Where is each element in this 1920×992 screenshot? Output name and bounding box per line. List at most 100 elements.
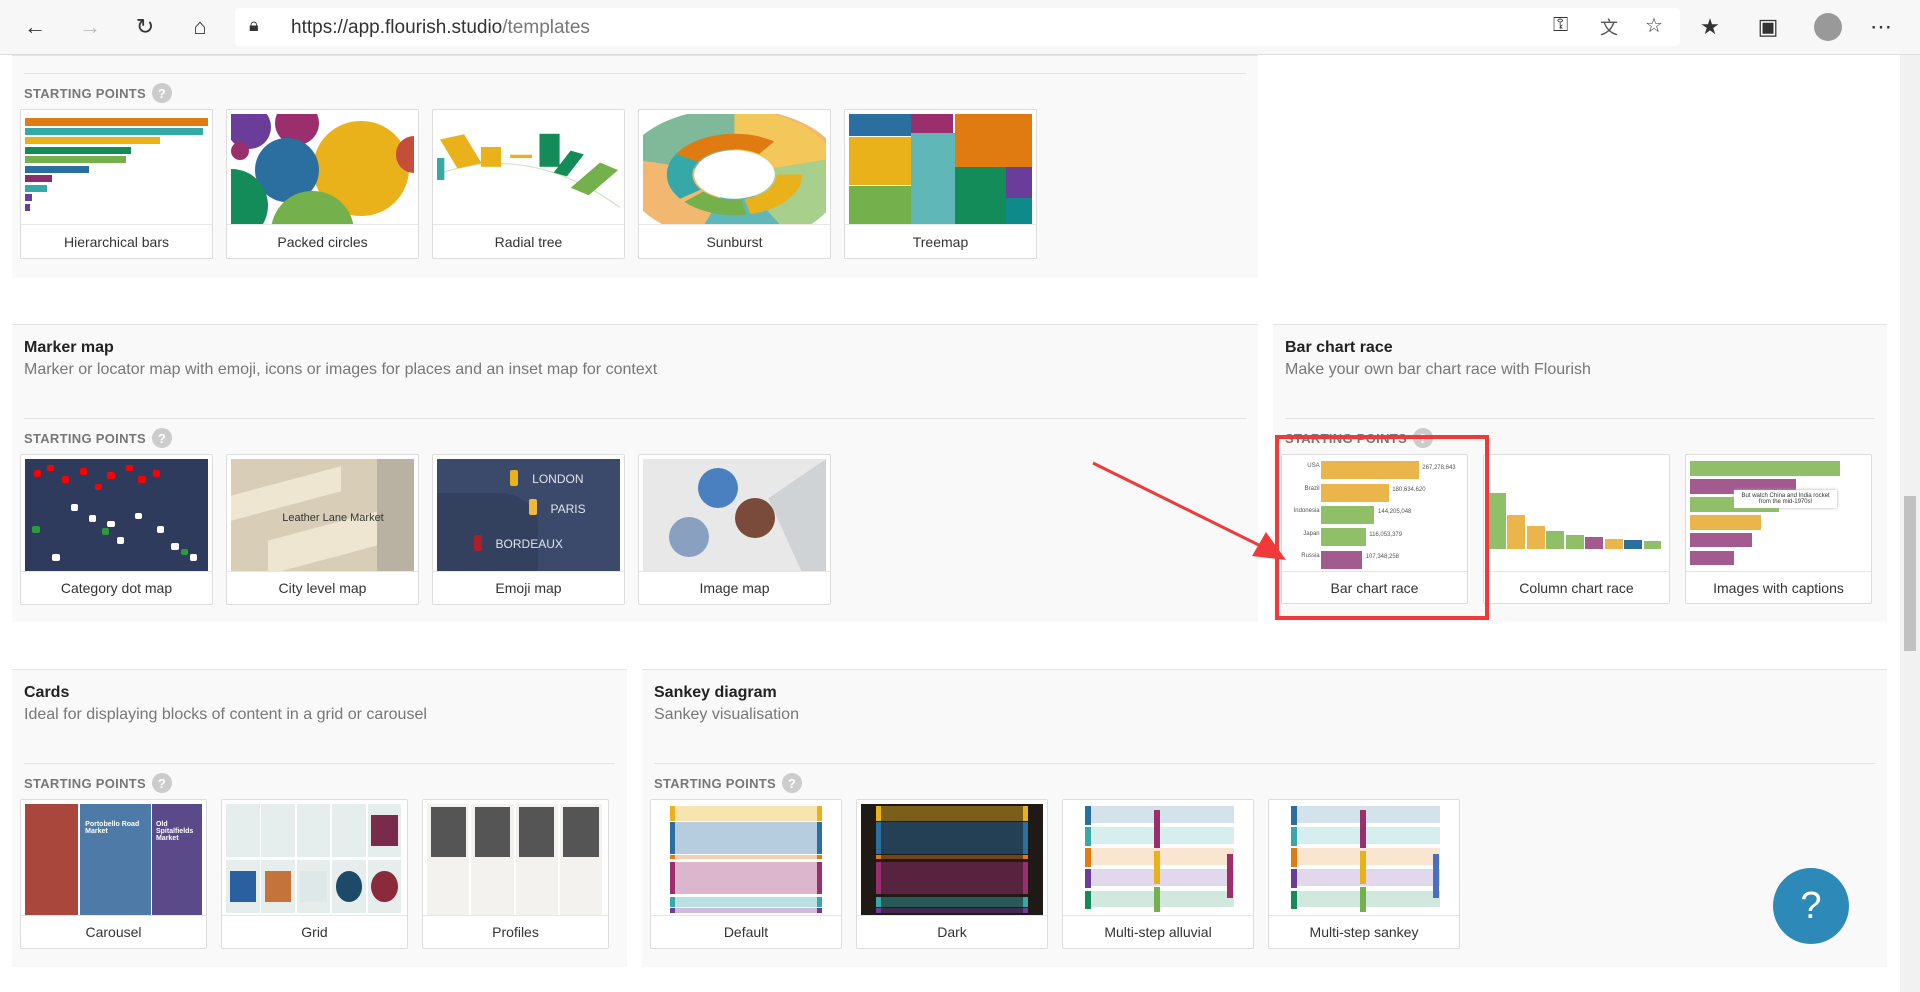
template-thumbnail	[643, 114, 826, 224]
starting-points-label: STARTING POINTS	[24, 775, 146, 791]
caption-popup: But watch China and India rocket from th…	[1734, 490, 1837, 509]
template-card-profiles[interactable]: Profiles	[422, 799, 609, 949]
star-icon[interactable]: ☆	[1645, 13, 1663, 38]
url-text[interactable]: https://app.flourish.studio/templates	[291, 17, 590, 39]
template-thumbnail	[226, 804, 403, 915]
map-label: Leather Lane Market	[282, 511, 384, 524]
section-title: Cards	[24, 684, 70, 701]
template-thumbnail	[1488, 459, 1665, 571]
template-card-label: Profiles	[423, 915, 608, 948]
template-card-label: Emoji map	[433, 571, 624, 604]
template-card-label: Multi-step sankey	[1269, 915, 1459, 948]
section-title: Sankey diagram	[654, 684, 777, 701]
template-card-image-map[interactable]: Image map	[638, 454, 831, 605]
carousel-card-title: Portobello Road Market	[85, 820, 140, 835]
starting-points-label: STARTING POINTS	[654, 775, 776, 791]
section-sankey: Sankey diagram Sankey visualisation STARTI…	[642, 669, 1887, 967]
refresh-icon[interactable]: ↻	[130, 12, 160, 42]
starting-points-heading: STARTING POINTS?	[24, 428, 172, 448]
template-card-packed-circles[interactable]: Packed circles	[226, 109, 419, 259]
template-card-label: Grid	[222, 915, 407, 948]
translate-icon[interactable]: 文	[1600, 14, 1618, 40]
template-thumbnail	[1273, 804, 1455, 915]
collections-icon[interactable]: ▣	[1753, 12, 1783, 42]
template-card-label: Image map	[639, 571, 830, 604]
template-thumbnail	[25, 114, 208, 224]
template-card-category-dot-map[interactable]: Category dot map	[20, 454, 213, 605]
help-question-icon[interactable]: ?	[781, 773, 802, 793]
template-card-multi-step-alluvial[interactable]: Multi-step alluvial	[1062, 799, 1254, 949]
template-card-label: Dark	[857, 915, 1047, 948]
template-card-city-level-map[interactable]: Leather Lane Market City level map	[226, 454, 419, 605]
template-card-carousel[interactable]: Portobello Road Market Old Spitalfields M…	[20, 799, 207, 949]
template-card-radial-tree[interactable]: Radial tree	[432, 109, 625, 259]
section-marker-map: Marker map Marker or locator map with emo…	[12, 324, 1258, 622]
template-thumbnail	[849, 114, 1032, 224]
starting-points-heading: STARTING POINTS?	[24, 83, 172, 103]
home-icon[interactable]: ⌂	[185, 12, 215, 42]
section-subtitle: Ideal for displaying blocks of content i…	[24, 706, 427, 723]
divider	[24, 418, 1246, 419]
section-title: Bar chart race	[1285, 339, 1393, 356]
template-thumbnail	[655, 804, 837, 915]
template-thumbnail	[1067, 804, 1249, 915]
section-title: Marker map	[24, 339, 114, 356]
template-thumbnail: LONDON PARIS BORDEAUX	[437, 459, 620, 571]
scrollbar-thumb[interactable]	[1904, 496, 1916, 651]
lock-icon: 🔒︎	[249, 15, 259, 35]
template-card-label: Packed circles	[227, 224, 418, 258]
template-thumbnail	[643, 459, 826, 571]
template-card-label: Treemap	[845, 224, 1036, 258]
help-glyph: ?	[1800, 884, 1822, 927]
help-question-icon[interactable]: ?	[151, 428, 172, 448]
template-card-column-chart-race[interactable]: Column chart race	[1483, 454, 1670, 604]
template-card-grid[interactable]: Grid	[221, 799, 408, 949]
template-card-hierarchical-bars[interactable]: Hierarchical bars	[20, 109, 213, 259]
favorites-icon[interactable]: ★	[1695, 12, 1725, 42]
template-card-label: Column chart race	[1484, 571, 1669, 603]
highlight-box	[1275, 435, 1489, 620]
help-question-icon[interactable]: ?	[151, 83, 172, 103]
divider	[1285, 418, 1875, 419]
section-subtitle: Make your own bar chart race with Flouri…	[1285, 361, 1591, 378]
starting-points-heading: STARTING POINTS?	[24, 773, 172, 793]
section-hierarchy: STARTING POINTS? Hierarchical bars Packed …	[12, 55, 1258, 278]
browser-toolbar: ← → ↻ ⌂ 🔒︎ https://app.flourish.studio/t…	[0, 0, 1920, 55]
url-path: /templates	[502, 17, 590, 38]
divider	[654, 763, 1875, 764]
template-card-images-with-captions[interactable]: But watch China and India rocket from th…	[1685, 454, 1872, 604]
starting-points-label: STARTING POINTS	[24, 430, 146, 446]
template-card-default[interactable]: Default	[650, 799, 842, 949]
starting-points-label: STARTING POINTS	[24, 85, 146, 101]
key-icon[interactable]: ⚿	[1553, 14, 1568, 37]
template-card-sunburst[interactable]: Sunburst	[638, 109, 831, 259]
starting-points-heading: STARTING POINTS?	[654, 773, 802, 793]
template-thumbnail: Leather Lane Market	[231, 459, 414, 571]
template-card-multi-step-sankey[interactable]: Multi-step sankey	[1268, 799, 1460, 949]
template-thumbnail	[25, 459, 208, 571]
template-thumbnail	[231, 114, 414, 224]
template-card-label: Carousel	[21, 915, 206, 948]
template-card-label: Default	[651, 915, 841, 948]
template-card-label: Multi-step alluvial	[1063, 915, 1253, 948]
url-host: https://app.flourish.studio	[291, 17, 503, 38]
scrollbar[interactable]	[1900, 55, 1920, 992]
template-thumbnail	[437, 114, 620, 224]
profile-avatar[interactable]	[1814, 13, 1842, 41]
help-button[interactable]: ?	[1773, 868, 1849, 944]
back-icon[interactable]: ←	[20, 12, 50, 42]
template-card-emoji-map[interactable]: LONDON PARIS BORDEAUX Emoji map	[432, 454, 625, 605]
template-thumbnail	[427, 804, 604, 915]
divider	[24, 73, 1246, 74]
template-card-dark[interactable]: Dark	[856, 799, 1048, 949]
template-thumbnail: But watch China and India rocket from th…	[1690, 459, 1867, 571]
address-bar[interactable]: 🔒︎ https://app.flourish.studio/templates…	[235, 8, 1680, 46]
template-card-label: Hierarchical bars	[21, 224, 212, 258]
template-card-label: Images with captions	[1686, 571, 1871, 603]
help-question-icon[interactable]: ?	[151, 773, 172, 793]
template-card-label: Radial tree	[433, 224, 624, 258]
template-thumbnail: Portobello Road Market Old Spitalfields M…	[25, 804, 202, 915]
more-icon[interactable]: ⋯	[1866, 12, 1896, 42]
forward-icon[interactable]: →	[75, 12, 105, 42]
template-card-treemap[interactable]: Treemap	[844, 109, 1037, 259]
